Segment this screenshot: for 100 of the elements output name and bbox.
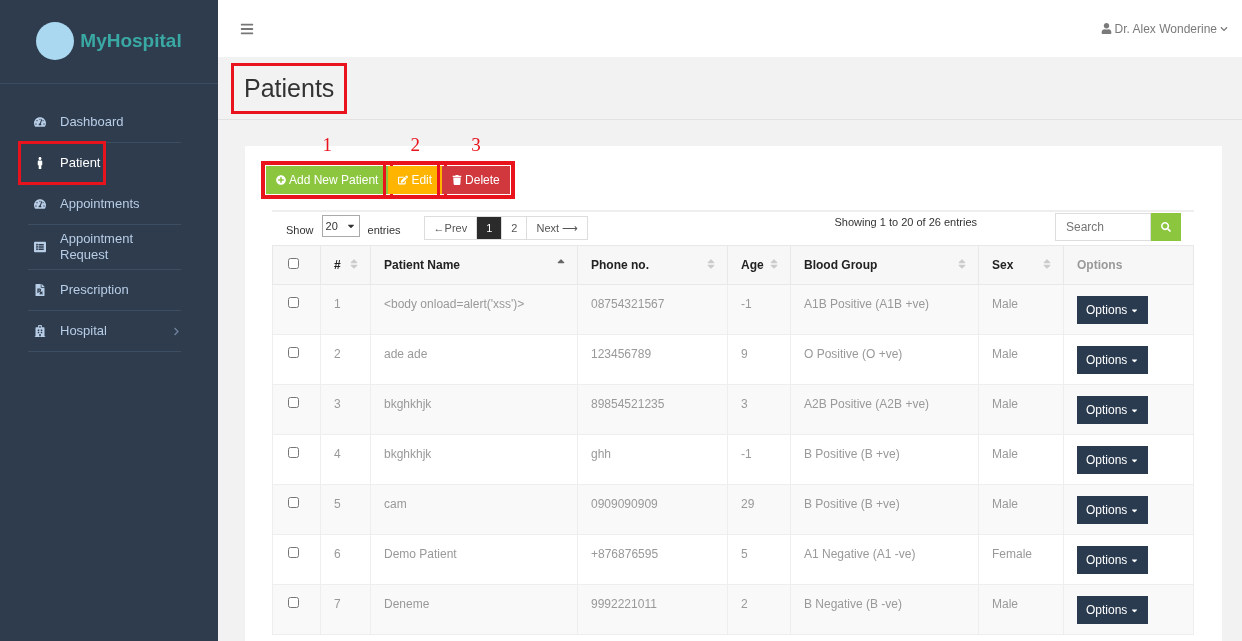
- options-button[interactable]: Options: [1077, 296, 1149, 324]
- sort-icon: [768, 258, 780, 270]
- table-cell: +876876595: [577, 534, 728, 585]
- options-button[interactable]: Options: [1077, 496, 1149, 524]
- row-checkbox[interactable]: [288, 497, 299, 508]
- row-checkbox[interactable]: [288, 297, 299, 308]
- table-cell: Deneme: [370, 584, 578, 635]
- table-cell: 5: [320, 484, 371, 535]
- table-cell: Demo Patient: [370, 534, 578, 585]
- table-cell: O Positive (O +ve): [790, 334, 979, 385]
- table-cell: B Negative (B -ve): [790, 584, 979, 635]
- list-icon: [34, 241, 46, 253]
- table-cell: 89854521235: [577, 384, 728, 435]
- page-size-select[interactable]: 20: [321, 215, 360, 237]
- table-cell: cam: [370, 484, 578, 535]
- search-icon: [1161, 222, 1171, 232]
- sidebar-item[interactable]: Patient: [20, 143, 104, 183]
- table-cell: B Positive (B +ve): [790, 484, 979, 535]
- table-cell: 29: [727, 484, 791, 535]
- table-cell: 9992221011: [577, 584, 728, 635]
- table-cell: <body onload=alert('xss')>: [370, 284, 578, 335]
- doctor-avatar: [36, 21, 75, 60]
- options-button[interactable]: Options: [1077, 446, 1149, 474]
- row-checkbox[interactable]: [288, 547, 299, 558]
- table-cell: Male: [978, 484, 1064, 535]
- table-cell: -1: [727, 434, 791, 485]
- column-header[interactable]: Age: [727, 245, 791, 285]
- table-cell: Male: [978, 434, 1064, 485]
- table-cell: Male: [978, 584, 1064, 635]
- table-cell: 6: [320, 534, 371, 585]
- table-cell: ade ade: [370, 334, 578, 385]
- table-cell: 0909090909: [577, 484, 728, 535]
- table-cell: 7: [320, 584, 371, 635]
- table-cell: Female: [978, 534, 1064, 585]
- user-icon: [1100, 23, 1112, 34]
- sidebar-item[interactable]: Dashboard: [28, 102, 181, 143]
- table-cell: 4: [320, 434, 371, 485]
- table-cell: ghh: [577, 434, 728, 485]
- table-cell: bkghkhjk: [370, 384, 578, 435]
- column-header: Options: [1063, 245, 1194, 285]
- table-cell: 1: [320, 284, 371, 335]
- sort-icon: [705, 258, 717, 270]
- building-icon: [34, 325, 46, 337]
- trash-icon: [452, 175, 463, 185]
- table-cell: 2: [727, 584, 791, 635]
- annotation-number: 1: [322, 134, 332, 156]
- brand-name: MyHospital: [80, 29, 182, 52]
- sidebar-item[interactable]: Hospital: [28, 311, 181, 352]
- options-button[interactable]: Options: [1077, 396, 1149, 424]
- column-header[interactable]: Phone no.: [577, 245, 728, 285]
- table-cell: 3: [320, 384, 371, 435]
- row-checkbox[interactable]: [288, 347, 299, 358]
- sidebar-item[interactable]: Appointments: [28, 184, 181, 225]
- column-header[interactable]: Patient Name: [370, 245, 578, 285]
- sidebar-item[interactable]: Appointment Request: [28, 225, 181, 270]
- column-header[interactable]: Blood Group: [790, 245, 979, 285]
- table-cell: 9: [727, 334, 791, 385]
- column-header[interactable]: #: [320, 245, 371, 285]
- menu-icon[interactable]: [240, 21, 254, 36]
- table-cell: A1 Negative (A1 -ve): [790, 534, 979, 585]
- search-field[interactable]: Search: [1055, 213, 1151, 241]
- user-menu[interactable]: Dr. Alex Wonderine: [1100, 21, 1228, 36]
- table-cell: 5: [727, 534, 791, 585]
- page-link[interactable]: 1: [476, 216, 503, 240]
- annotation-number: 3: [471, 134, 481, 156]
- pencil-icon: [398, 175, 409, 185]
- table-cell: B Positive (B +ve): [790, 434, 979, 485]
- gauge-icon: [34, 116, 46, 128]
- show-label: Show: [286, 223, 314, 236]
- document-icon: [34, 284, 46, 296]
- sort-icon: [348, 258, 360, 270]
- row-checkbox[interactable]: [288, 447, 299, 458]
- chevron-down-icon: [1220, 24, 1228, 33]
- table-cell: Male: [978, 384, 1064, 435]
- table-cell: -1: [727, 284, 791, 335]
- table-cell: Male: [978, 334, 1064, 385]
- gauge-icon: [34, 198, 46, 210]
- table-cell: 123456789: [577, 334, 728, 385]
- page-link[interactable]: ←Prev: [423, 216, 478, 240]
- select-all-checkbox[interactable]: [288, 258, 299, 269]
- table-cell: Male: [978, 284, 1064, 335]
- options-button[interactable]: Options: [1077, 596, 1149, 624]
- entries-info: Showing 1 to 20 of 26 entries: [834, 216, 977, 228]
- table-cell: bkghkhjk: [370, 434, 578, 485]
- table-cell: A2B Positive (A2B +ve): [790, 384, 979, 435]
- table-cell: 08754321567: [577, 284, 728, 335]
- page-link[interactable]: 2: [501, 216, 528, 240]
- row-checkbox[interactable]: [288, 597, 299, 608]
- sidebar-item[interactable]: Prescription: [28, 270, 181, 311]
- column-header[interactable]: Sex: [978, 245, 1064, 285]
- row-checkbox[interactable]: [288, 397, 299, 408]
- sort-icon: [1041, 258, 1053, 270]
- options-button[interactable]: Options: [1077, 346, 1149, 374]
- chevron-right-icon: [172, 326, 181, 336]
- table-cell: 3: [727, 384, 791, 435]
- annotation-number: 2: [410, 134, 420, 156]
- options-button[interactable]: Options: [1077, 546, 1149, 574]
- entries-label: entries: [367, 223, 401, 236]
- table-cell: 2: [320, 334, 371, 385]
- page-link[interactable]: Next ⟶: [526, 216, 589, 240]
